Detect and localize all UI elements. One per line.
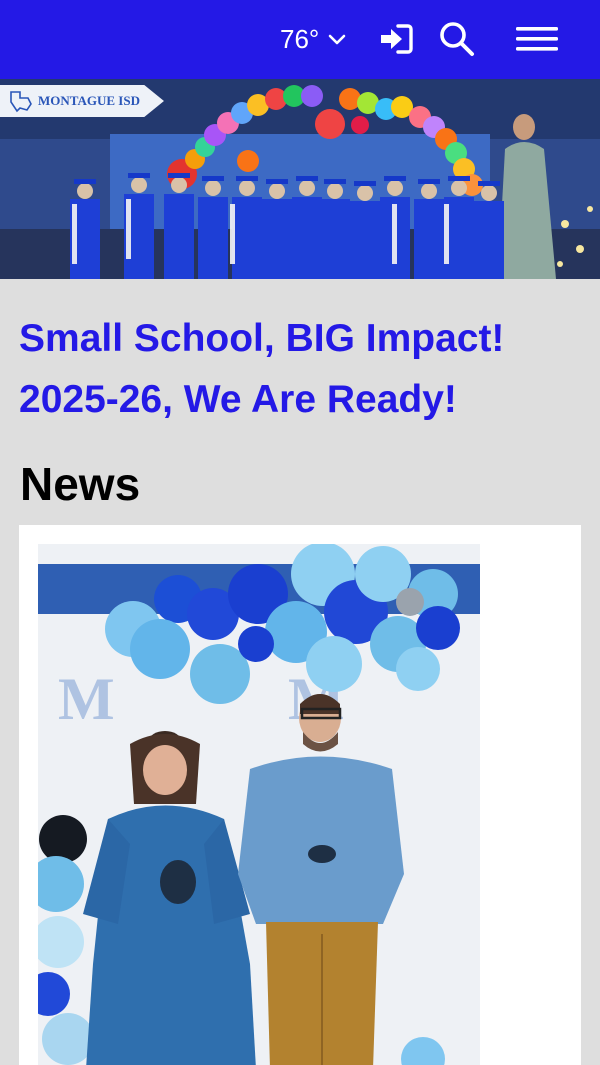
texas-logo-icon (10, 91, 32, 113)
headline-line-2: 2025-26, We Are Ready! (19, 378, 457, 421)
award-recipients-photo: MMM (38, 544, 480, 1065)
headline-line-1: Small School, BIG Impact! (19, 317, 505, 360)
news-photo[interactable]: MMM (38, 544, 480, 1065)
hero-banner: MONTAGUE ISD (0, 79, 600, 279)
svg-text:M: M (58, 666, 115, 732)
temperature-label: 76° (280, 23, 320, 54)
hamburger-menu-icon[interactable] (514, 20, 560, 58)
chevron-down-icon (329, 34, 346, 45)
search-icon[interactable] (438, 20, 476, 58)
district-logo-text: MONTAGUE ISD (38, 93, 140, 108)
news-heading: News (20, 458, 141, 510)
news-card[interactable]: MMM (19, 525, 581, 1065)
top-bar: 76° (0, 0, 600, 79)
weather-dropdown[interactable]: 76° (280, 20, 347, 58)
headline: Small School, BIG Impact! 2025-26, We Ar… (19, 308, 579, 430)
sign-in-icon[interactable] (378, 20, 416, 58)
district-logo[interactable]: MONTAGUE ISD (0, 85, 164, 117)
